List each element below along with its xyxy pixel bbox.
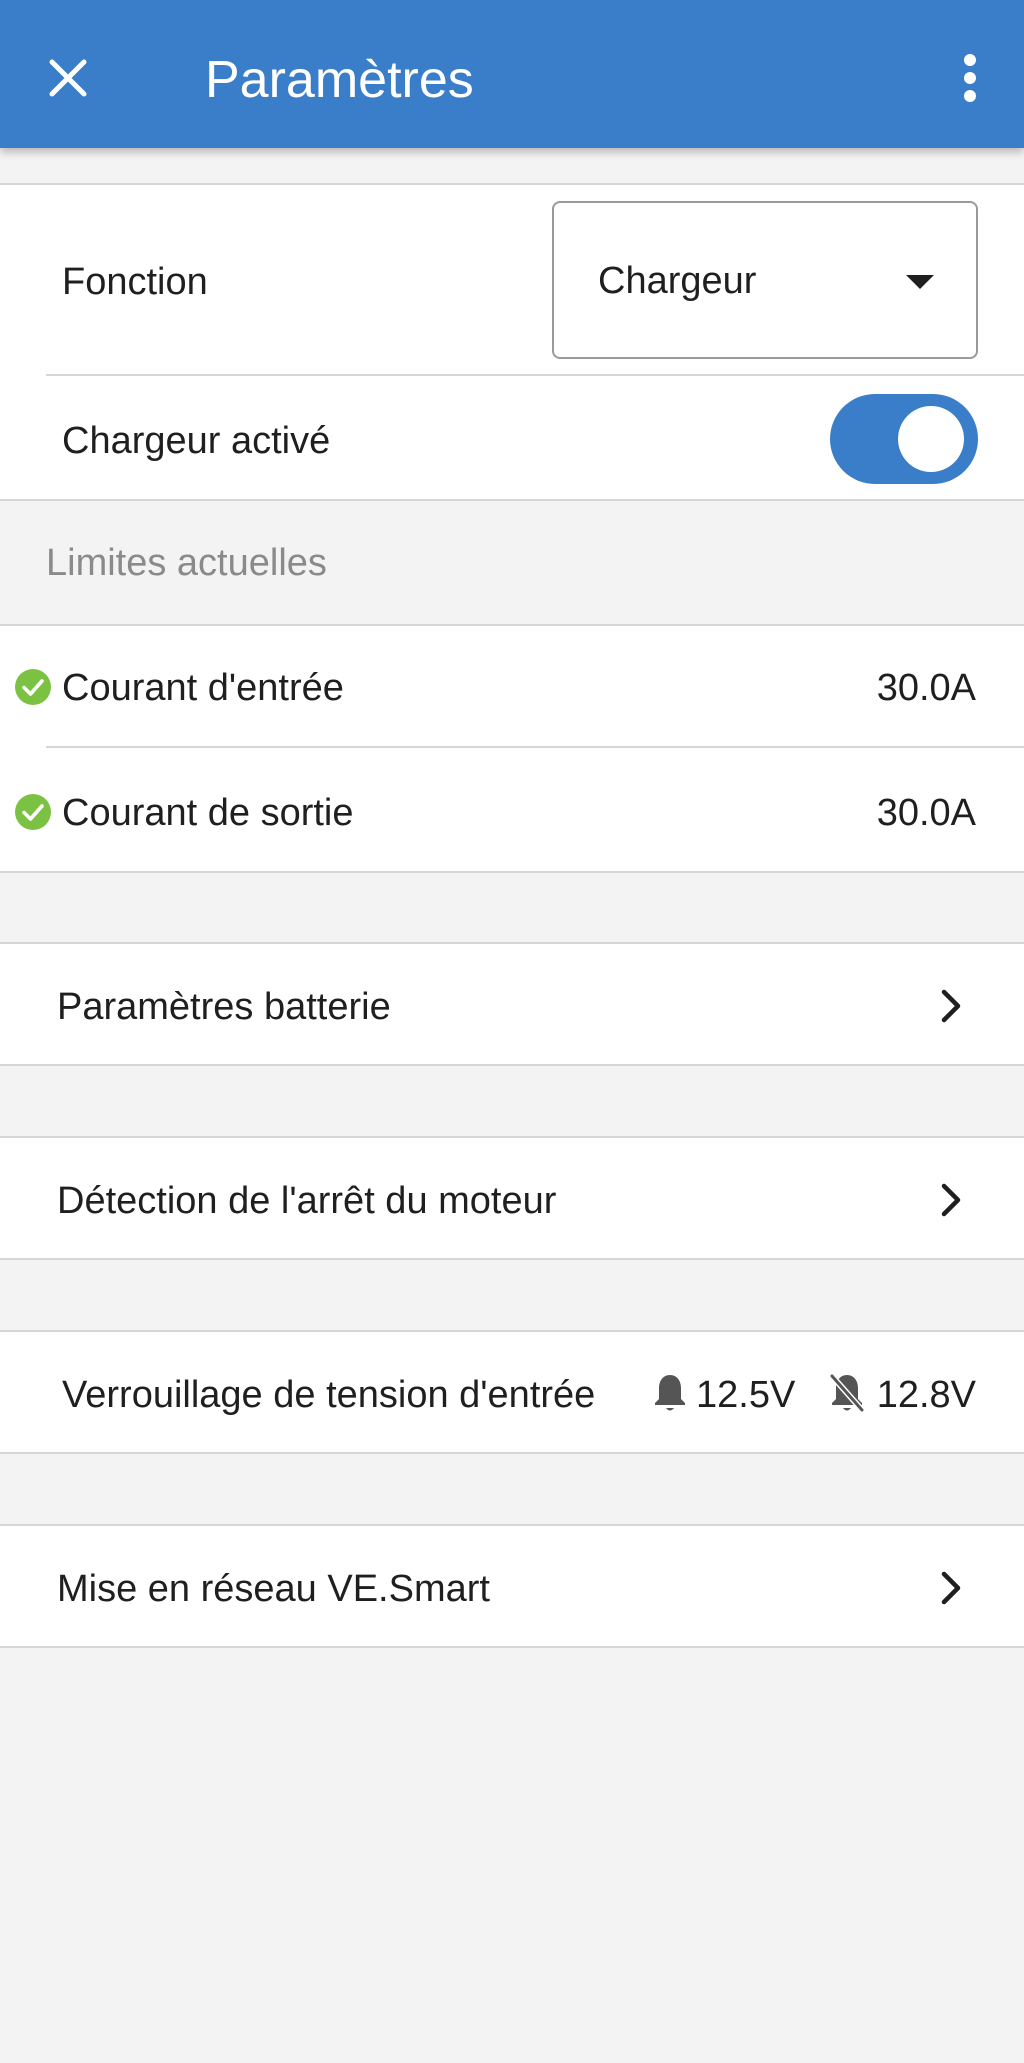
more-vert-icon[interactable]: [938, 46, 1002, 110]
function-dropdown-value: Chargeur: [598, 260, 757, 302]
input-current-value: 30.0A: [876, 667, 976, 709]
charger-enabled-label: Chargeur activé: [62, 420, 331, 462]
divider: [0, 1064, 1024, 1066]
bell-off-icon: [829, 1373, 865, 1413]
function-label: Fonction: [62, 261, 208, 303]
divider: [46, 374, 1024, 376]
lockout-off-value: 12.8V: [876, 1374, 976, 1416]
output-current-label: Courant de sortie: [62, 792, 354, 834]
check-circle-icon: [15, 794, 51, 830]
app-bar: Paramètres: [0, 0, 1024, 148]
page-title: Paramètres: [205, 51, 474, 109]
divider: [0, 871, 1024, 873]
output-current-value: 30.0A: [876, 792, 976, 834]
charger-enabled-toggle[interactable]: [830, 394, 978, 484]
divider: [46, 746, 1024, 748]
bell-icon: [655, 1375, 685, 1411]
divider: [0, 183, 1024, 185]
input-current-label: Courant d'entrée: [62, 667, 344, 709]
chevron-right-icon: [941, 989, 961, 1023]
chevron-right-icon: [941, 1183, 961, 1217]
function-dropdown[interactable]: Chargeur: [552, 201, 978, 359]
section-header-current-limits: Limites actuelles: [46, 542, 327, 584]
battery-settings-label: Paramètres batterie: [57, 986, 391, 1028]
ve-smart-networking-label: Mise en réseau VE.Smart: [57, 1568, 490, 1610]
divider: [0, 1646, 1024, 1648]
close-icon[interactable]: [36, 46, 100, 110]
toggle-knob: [898, 406, 964, 472]
divider: [0, 1452, 1024, 1454]
engine-shutdown-detection-label: Détection de l'arrêt du moteur: [57, 1180, 557, 1222]
limits-card: [0, 626, 1024, 872]
divider: [0, 1258, 1024, 1260]
chevron-right-icon: [941, 1571, 961, 1605]
check-circle-icon: [15, 669, 51, 705]
lockout-on-value: 12.5V: [696, 1374, 796, 1416]
dropdown-arrow-icon: [906, 275, 934, 289]
divider: [0, 499, 1024, 501]
input-voltage-lockout-label: Verrouillage de tension d'entrée: [62, 1374, 596, 1416]
